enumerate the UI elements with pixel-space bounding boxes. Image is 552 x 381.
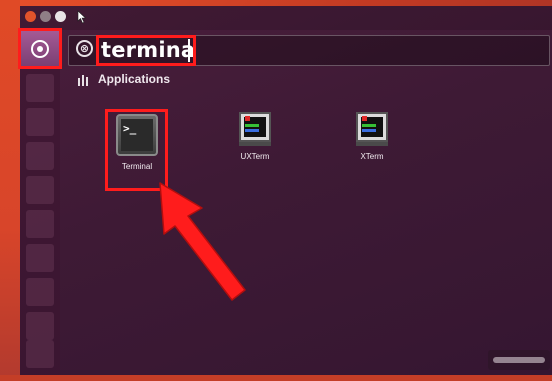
app-label-uxterm: UXTerm	[240, 152, 270, 161]
watermark	[488, 350, 550, 370]
launcher-item-6[interactable]	[26, 244, 54, 272]
search-highlight-box	[96, 35, 196, 66]
launcher-item-2[interactable]	[26, 108, 54, 136]
app-uxterm[interactable]: UXTerm	[230, 112, 280, 161]
desktop-wallpaper-bottom	[0, 375, 552, 381]
launcher-item-5[interactable]	[26, 210, 54, 238]
ubuntu-logo-icon	[31, 39, 49, 58]
desktop-wallpaper	[0, 0, 20, 381]
window-maximize-button[interactable]	[55, 11, 66, 22]
xterm-icon	[356, 112, 388, 146]
launcher-item-8[interactable]	[26, 312, 54, 340]
app-xterm[interactable]: XTerm	[347, 112, 397, 161]
launcher-item-7[interactable]	[26, 278, 54, 306]
category-header: Applications	[98, 72, 171, 86]
window-minimize-button[interactable]	[40, 11, 51, 22]
applications-category-icon	[78, 75, 88, 86]
clear-search-icon[interactable]: ⊗	[76, 40, 93, 57]
red-arrow-annotation	[159, 182, 246, 301]
dash-home-button[interactable]	[18, 28, 62, 69]
launcher-item-4[interactable]	[26, 176, 54, 204]
window-close-button[interactable]	[25, 11, 36, 22]
watermark-logo	[493, 357, 545, 363]
mouse-pointer-icon	[77, 10, 87, 24]
launcher-item-9[interactable]	[26, 340, 54, 368]
window-top-bar	[20, 6, 552, 30]
xterm-icon	[239, 112, 271, 146]
launcher-item-1[interactable]	[26, 74, 54, 102]
launcher-item-3[interactable]	[26, 142, 54, 170]
app-label-xterm: XTerm	[360, 152, 384, 161]
